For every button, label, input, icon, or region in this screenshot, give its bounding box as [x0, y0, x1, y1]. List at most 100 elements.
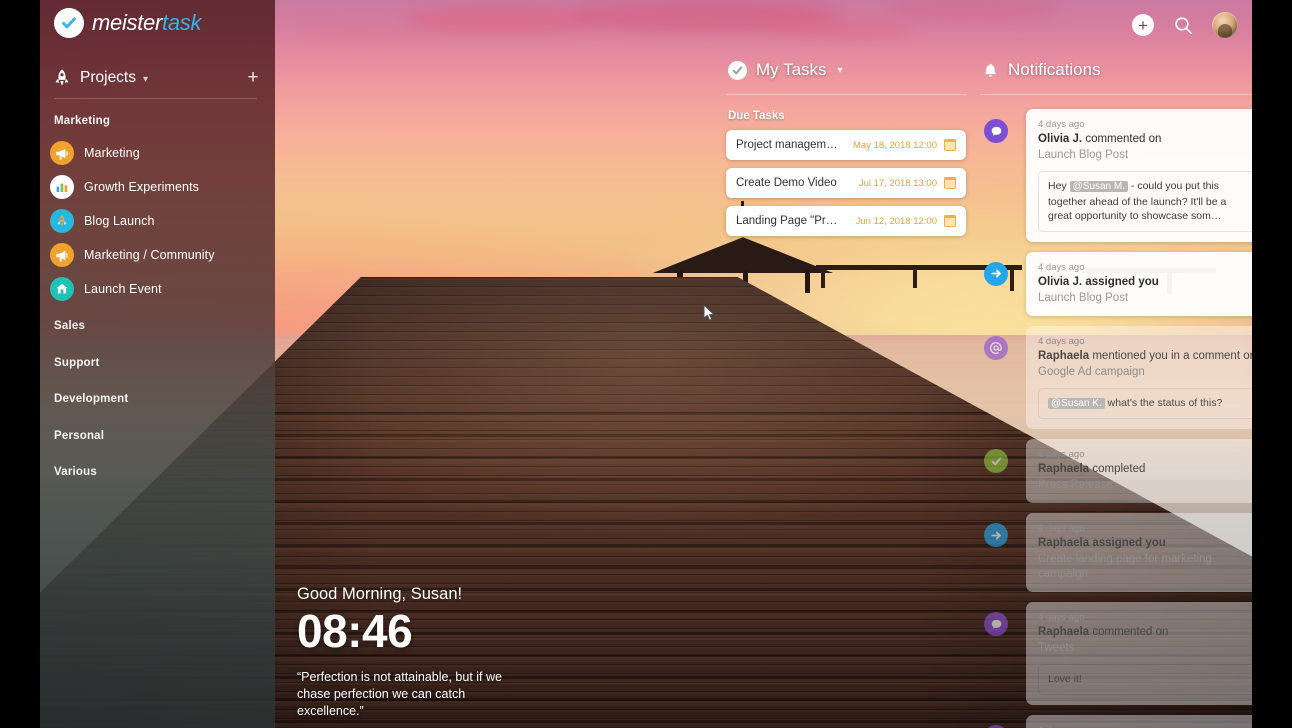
task-row[interactable]: Project managem… May 18, 2018 12:00 [726, 130, 966, 160]
sidebar-group-sales[interactable]: Sales [54, 320, 85, 332]
notification-headline: Raphaela assigned you [1038, 536, 1252, 551]
check-circle-icon [728, 60, 747, 80]
task-title: Create Demo Video [736, 177, 837, 189]
notification-card[interactable]: 4 days ago Olivia J. assigned you Launch… [1026, 251, 1252, 316]
pier-rail-post [820, 266, 826, 289]
sidebar-group-support[interactable]: Support [54, 357, 99, 369]
notification-quote: Hey @Susan M. - could you put this toget… [1038, 171, 1252, 232]
notification-time: 4 days ago [1038, 335, 1085, 347]
notification-item: 4 days ago [980, 714, 1252, 728]
sidebar-item-label: Launch Event [84, 282, 162, 296]
meistertask-dashboard: meistertask Projects ▾ + Marketing Marke… [0, 0, 1292, 728]
notification-item: 4 days ago Raphaela mentioned you in a c… [980, 325, 1252, 429]
brand-logo[interactable]: meistertask [54, 8, 201, 38]
notification-item: 4 days ago Raphaela assigned you Create … [980, 513, 1252, 592]
my-tasks-header[interactable]: My Tasks ▾ [726, 60, 966, 80]
notification-actor: Raphaela [1038, 463, 1090, 475]
add-project-button[interactable]: + [243, 68, 263, 87]
arrow-right-icon [984, 261, 1008, 286]
notification-action: mentioned you in a comment on [1092, 349, 1252, 362]
sidebar-group-various[interactable]: Various [54, 466, 97, 478]
rocket-icon [52, 68, 72, 88]
sidebar-item-marketing-community[interactable]: Marketing / Community [50, 241, 265, 269]
add-button[interactable]: + [1132, 14, 1154, 36]
due-tasks-label: Due Tasks [728, 110, 785, 122]
clock-time: 08:46 [297, 605, 413, 657]
notification-card[interactable]: 4 days ago Olivia J. commented on Launch… [1026, 109, 1252, 242]
notifications-title: Notifications [1008, 60, 1101, 79]
notification-action: completed [1092, 463, 1146, 475]
brand-name: meistertask [92, 10, 201, 36]
user-avatar[interactable] [1212, 12, 1238, 38]
megaphone-icon [50, 141, 74, 165]
quote-suffix: what's the status of this? [1104, 396, 1223, 409]
notification-headline: Olivia J. commented on [1038, 132, 1252, 147]
sidebar-item-launch-event[interactable]: Launch Event [50, 275, 265, 303]
notification-time: 4 days ago [1038, 523, 1085, 534]
greeting-block: Good Morning, Susan! 08:46 “Perfection i… [297, 585, 627, 720]
mention-chip: @Susan K. [1048, 397, 1105, 409]
chevron-down-icon[interactable]: ▾ [143, 74, 148, 85]
task-title: Project managem… [736, 139, 838, 151]
notification-card[interactable]: 4 days ago Raphaela mentioned you in a c… [1026, 325, 1252, 429]
projects-header[interactable]: Projects ▾ + [52, 62, 263, 94]
task-row[interactable]: Create Demo Video Jul 17, 2018 13:00 [726, 168, 966, 198]
notification-time: 4 days ago [1038, 119, 1085, 130]
notification-actor: Olivia J. [1038, 275, 1083, 288]
sidebar-group-marketing[interactable]: Marketing [54, 115, 110, 127]
check-icon [984, 449, 1008, 473]
check-circle-logo-icon [54, 8, 84, 38]
notification-item: 4 days ago Olivia J. commented on Launch… [980, 109, 1252, 242]
notification-headline: Raphaela commented on [1038, 625, 1252, 640]
notification-item: 4 days ago Raphaela commented on Tweets … [980, 602, 1252, 705]
sidebar-item-label: Blog Launch [84, 214, 155, 228]
notification-item: 4 days ago Olivia J. assigned you Launch… [980, 251, 1252, 316]
hut-post [804, 270, 811, 293]
mouse-cursor [703, 303, 716, 327]
search-icon[interactable] [1172, 14, 1194, 36]
comment-icon [984, 724, 1008, 728]
pier-rail-post [912, 266, 918, 289]
quote-text: “Perfection is not attainable, but if we… [297, 670, 502, 718]
calendar-icon [943, 176, 957, 189]
notification-item: 4 days ago Raphaela completed Press Rele… [980, 439, 1252, 503]
notification-card[interactable]: 4 days ago Raphaela assigned you Create … [1026, 513, 1252, 592]
sidebar: meistertask Projects ▾ + Marketing Marke… [40, 0, 275, 728]
chevron-down-icon[interactable]: ▾ [838, 65, 843, 76]
sidebar-item-label: Growth Experiments [84, 180, 200, 194]
hut-roof [652, 237, 834, 274]
notification-target: Launch Blog Post [1038, 149, 1129, 161]
notifications-divider [980, 94, 1252, 95]
my-tasks-panel: My Tasks ▾ Due Tasks Project managem… Ma… [726, 60, 966, 236]
rocket-icon [50, 209, 74, 233]
task-due-date: May 18, 2018 12:00 [853, 139, 937, 151]
notifications-panel: Notifications 4 days ago Olivia J. comme… [980, 60, 1252, 728]
sidebar-item-growth-experiments[interactable]: Growth Experiments [50, 173, 265, 201]
notifications-list: 4 days ago Olivia J. commented on Launch… [980, 109, 1252, 728]
task-due-date: Jul 17, 2018 13:00 [858, 177, 937, 189]
sidebar-group-personal[interactable]: Personal [54, 430, 104, 442]
task-title: Landing Page "Pr… [736, 215, 838, 227]
calendar-icon [943, 214, 957, 227]
sidebar-group-development[interactable]: Development [54, 393, 128, 405]
house-icon [50, 277, 74, 301]
notification-card[interactable]: 4 days ago Raphaela completed Press Rele… [1026, 439, 1252, 503]
notification-target: Google Ad campaign [1038, 365, 1145, 378]
my-tasks-title: My Tasks [756, 60, 827, 79]
notification-time: 4 days ago [1038, 612, 1085, 623]
sidebar-item-blog-launch[interactable]: Blog Launch [50, 207, 265, 235]
notification-actor: Raphaela [1038, 537, 1090, 549]
notification-card[interactable]: 4 days ago [1026, 714, 1252, 728]
notification-action: assigned you [1085, 275, 1159, 288]
megaphone-icon [50, 243, 74, 267]
sidebar-item-marketing[interactable]: Marketing [50, 139, 265, 167]
task-row[interactable]: Landing Page "Pr… Jun 12, 2018 12:00 [726, 206, 966, 236]
notification-card[interactable]: 4 days ago Raphaela commented on Tweets … [1026, 602, 1252, 705]
quote-prefix: Hey [1048, 180, 1070, 192]
mention-chip: @Susan M. [1069, 181, 1128, 192]
my-tasks-divider [726, 94, 966, 95]
greeting-text: Good Morning, Susan! [297, 585, 463, 603]
notification-quote: @Susan K. what's the status of this? [1038, 387, 1252, 419]
at-mention-icon [984, 335, 1008, 360]
notifications-header: Notifications [980, 60, 1252, 80]
